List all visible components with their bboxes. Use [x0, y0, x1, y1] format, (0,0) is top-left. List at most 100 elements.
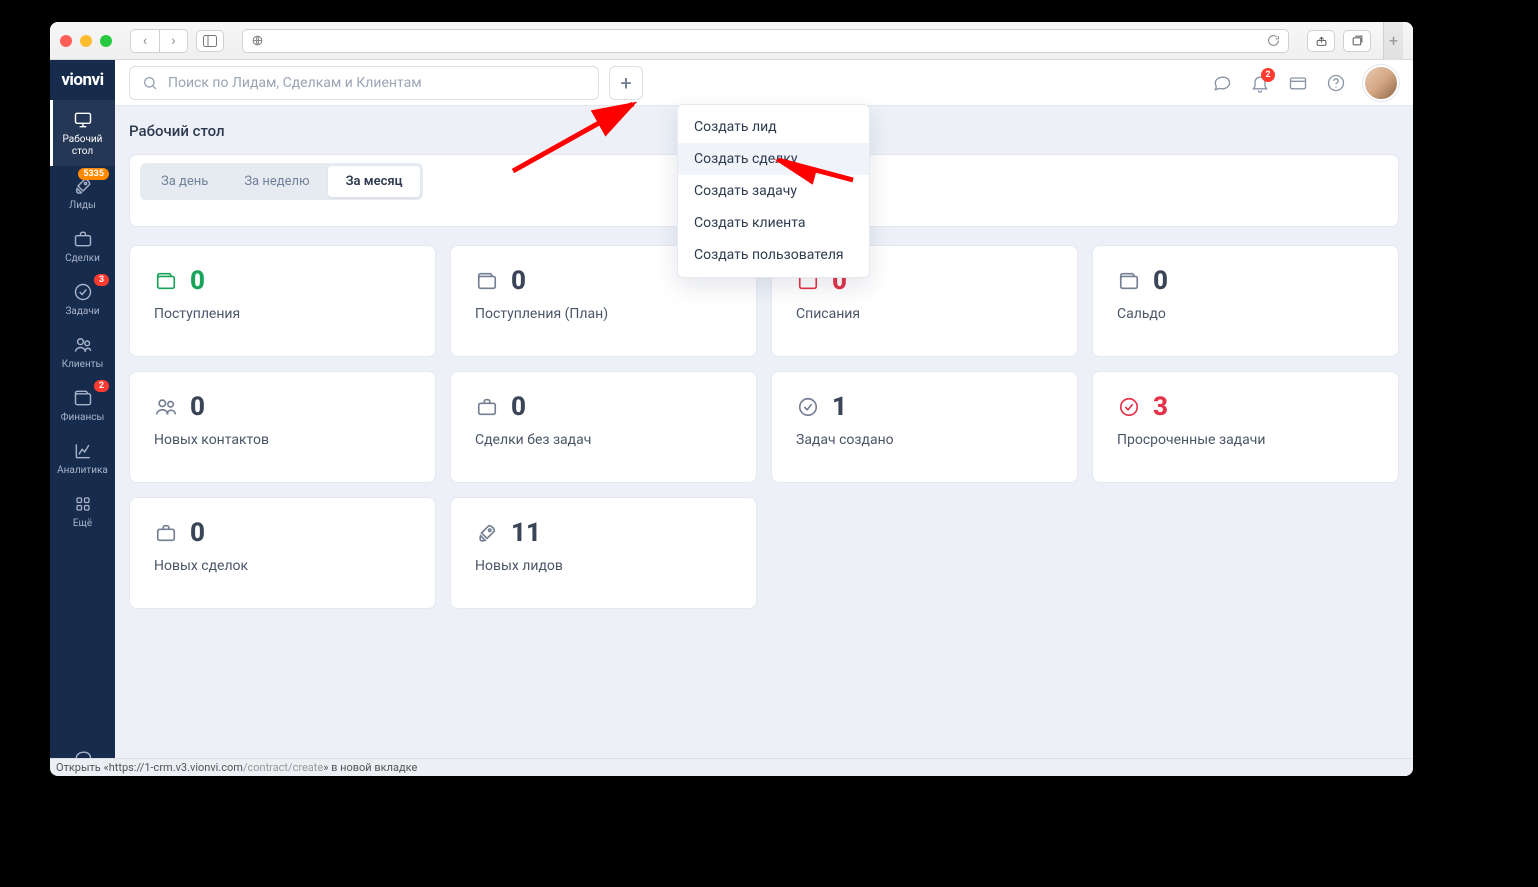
maximize-window-button[interactable] [100, 35, 112, 47]
sidebar-item-leads[interactable]: 5335 Лиды [50, 166, 115, 219]
stat-card[interactable]: 0 Сальдо [1092, 245, 1399, 357]
tab-week[interactable]: За неделю [226, 166, 327, 197]
stat-card[interactable]: 11 Новых лидов [450, 497, 757, 609]
stat-card[interactable]: 3 Просроченные задачи [1092, 371, 1399, 483]
notifications-icon[interactable]: 2 [1249, 72, 1271, 94]
sidebar-item-tasks[interactable]: 3 Задачи [50, 272, 115, 325]
stat-card[interactable]: 0 Новых контактов [129, 371, 436, 483]
back-button[interactable]: ‹ [131, 30, 159, 52]
sidebar-item-label: Финансы [61, 412, 104, 423]
dropdown-create-lead[interactable]: Создать лид [678, 111, 869, 143]
users-icon [72, 335, 94, 355]
briefcase-icon [72, 229, 94, 249]
stat-value: 1 [832, 392, 847, 422]
sidebar-item-more[interactable]: Ещё [50, 484, 115, 537]
sidebar-item-label: Лиды [69, 200, 96, 211]
wallet-icon [475, 270, 499, 292]
stat-card[interactable]: 0 Поступления [129, 245, 436, 357]
dropdown-create-user[interactable]: Создать пользователя [678, 239, 869, 271]
close-window-button[interactable] [60, 35, 72, 47]
stat-label: Поступления (План) [475, 306, 732, 322]
messages-icon[interactable] [1211, 72, 1233, 94]
rocket-icon [475, 522, 499, 544]
notification-count-badge: 2 [1261, 68, 1275, 82]
stat-label: Задач создано [796, 432, 1053, 448]
stat-label: Новых сделок [154, 558, 411, 574]
stat-label: Просроченные задачи [1117, 432, 1374, 448]
stat-value: 0 [190, 266, 205, 296]
wallet-icon [1117, 270, 1141, 292]
create-dropdown: Создать лид Создать сделку Создать задач… [677, 104, 870, 278]
stat-card[interactable]: 0 Сделки без задач [450, 371, 757, 483]
dropdown-create-deal[interactable]: Создать сделку [678, 143, 869, 175]
minimize-window-button[interactable] [80, 35, 92, 47]
logo: vionvi [50, 60, 115, 100]
tasks-badge: 3 [94, 274, 109, 286]
stats-grid: 0 Поступления 0 Поступления (План) 0 Спи… [129, 245, 1399, 609]
stat-label: Списания [796, 306, 1053, 322]
sidebar-item-label: Клиенты [62, 359, 104, 370]
leads-badge: 5335 [78, 168, 109, 180]
nav-history-buttons: ‹ › [130, 29, 188, 53]
sidebar-item-clients[interactable]: Клиенты [50, 325, 115, 378]
dropdown-create-task[interactable]: Создать задачу [678, 175, 869, 207]
traffic-lights [60, 35, 112, 47]
browser-status-bar: Открыть «https://1-crm.v3.vionvi.com/con… [50, 758, 1413, 776]
grid-icon [72, 494, 94, 514]
url-bar[interactable] [242, 29, 1289, 53]
stat-value: 0 [511, 266, 526, 296]
sidebar-item-label: Задачи [65, 306, 99, 317]
stat-label: Новых контактов [154, 432, 411, 448]
period-tabs: За день За неделю За месяц [140, 163, 423, 200]
sidebar-item-label: Сделки [65, 253, 100, 264]
sidebar-item-label: Ещё [73, 518, 92, 529]
stat-value: 0 [1153, 266, 1168, 296]
sidebar-item-dashboard[interactable]: Рабочий стол [50, 100, 115, 166]
check-icon [796, 396, 820, 418]
app-window: ‹ › + vionvi Рабочий стол [50, 22, 1413, 776]
users-icon [154, 396, 178, 418]
sidebar-item-label: Рабочий стол [50, 134, 115, 158]
wallet-icon [72, 388, 94, 408]
sidebar: vionvi Рабочий стол 5335 Лиды Сделки 3 З… [50, 60, 115, 776]
stat-card[interactable]: 1 Задач создано [771, 371, 1078, 483]
stat-value: 0 [511, 392, 526, 422]
stat-label: Сделки без задач [475, 432, 732, 448]
stat-value: 11 [511, 518, 541, 548]
check-icon [1117, 396, 1141, 418]
topbar: Поиск по Лидам, Сделкам и Клиентам + Соз… [115, 60, 1413, 106]
chart-icon [72, 441, 94, 461]
dropdown-create-client[interactable]: Создать клиента [678, 207, 869, 239]
sidebar-item-finance[interactable]: 2 Финансы [50, 378, 115, 431]
tab-day[interactable]: За день [143, 166, 226, 197]
finance-badge: 2 [94, 380, 109, 392]
stat-value: 3 [1153, 392, 1168, 422]
main-area: Поиск по Лидам, Сделкам и Клиентам + Соз… [115, 60, 1413, 776]
briefcase-icon [475, 396, 499, 418]
create-button[interactable]: + [609, 66, 643, 100]
help-icon[interactable] [1325, 72, 1347, 94]
sidebar-item-analytics[interactable]: Аналитика [50, 431, 115, 484]
monitor-icon [72, 110, 94, 130]
stat-label: Новых лидов [475, 558, 732, 574]
browser-chrome: ‹ › + [50, 22, 1413, 60]
wallet-topbar-icon[interactable] [1287, 72, 1309, 94]
wallet-icon [154, 270, 178, 292]
search-placeholder: Поиск по Лидам, Сделкам и Клиентам [168, 75, 422, 91]
stat-label: Поступления [154, 306, 411, 322]
share-button[interactable] [1307, 30, 1335, 52]
sidebar-toggle-button[interactable] [196, 30, 224, 52]
briefcase-icon [154, 522, 178, 544]
sidebar-item-label: Аналитика [57, 465, 108, 476]
forward-button[interactable]: › [159, 30, 187, 52]
tabs-button[interactable] [1343, 30, 1371, 52]
stat-value: 0 [190, 392, 205, 422]
stat-card[interactable]: 0 Новых сделок [129, 497, 436, 609]
search-input[interactable]: Поиск по Лидам, Сделкам и Клиентам [129, 66, 599, 100]
stat-label: Сальдо [1117, 306, 1374, 322]
new-tab-button[interactable]: + [1383, 22, 1403, 60]
sidebar-item-deals[interactable]: Сделки [50, 219, 115, 272]
stat-value: 0 [190, 518, 205, 548]
tab-month[interactable]: За месяц [328, 166, 421, 197]
user-avatar[interactable] [1363, 65, 1399, 101]
